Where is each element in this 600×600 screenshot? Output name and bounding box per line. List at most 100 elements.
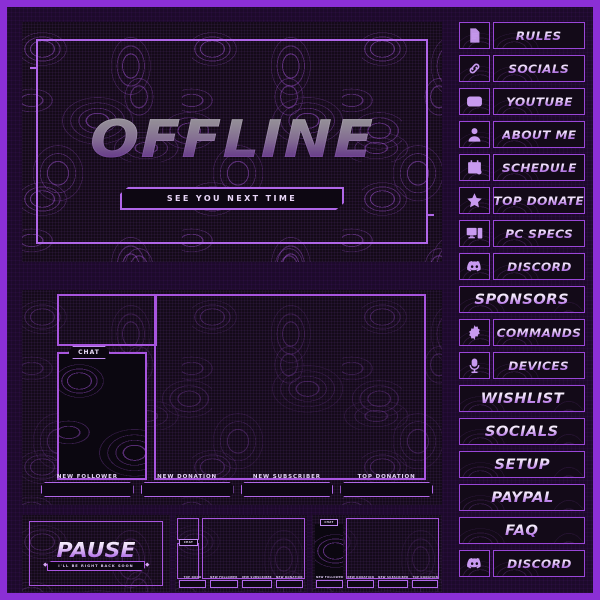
panel-label-box: SETUP (459, 451, 585, 478)
panel-button-devices-10[interactable]: DEVICES (459, 352, 585, 379)
panel-label-box: RULES (493, 22, 585, 49)
panel-button-discord-16[interactable]: DISCORD (459, 550, 585, 577)
panel-button-top-donate-5[interactable]: TOP DONATE (459, 187, 585, 214)
variant-a-alert: TOP DONO (179, 576, 207, 588)
panel-button-discord-7[interactable]: DISCORD (459, 253, 585, 280)
panel-button-sponsors-8[interactable]: SPONSORS (459, 286, 585, 313)
variant-a-gameplay-frame (202, 518, 305, 579)
alert-value-box (412, 580, 439, 588)
panel-label-box: SOCIALS (459, 418, 585, 445)
offline-title: OFFLINE (22, 110, 442, 170)
alert-label: TOP DONO (183, 576, 202, 579)
canvas: OFFLINE SEE YOU NEXT TIME CHAT NEW FOLLO… (7, 7, 593, 593)
alert-value-box (210, 580, 238, 588)
panel-button-commands-9[interactable]: COMMANDS (459, 319, 585, 346)
alert-value-box (347, 580, 375, 588)
panel-label-box: ABOUT ME (493, 121, 585, 148)
variant-a-alert-row: TOP DONO NEW FOLLOWER NEW SUBSCRIBER NEW… (179, 576, 303, 588)
chat-tab-label: CHAT (324, 521, 334, 524)
panel-button-list: RULES SOCIALS YOUTUBE ABOUT ME SCHEDULE TOP D… (459, 22, 585, 583)
pause-subtitle-banner: I'LL BE RIGHT BACK SOON (47, 561, 145, 571)
panel-button-youtube-2[interactable]: YOUTUBE (459, 88, 585, 115)
alert-value-box (41, 482, 134, 497)
discord-icon (466, 555, 483, 572)
alert-new-follower: NEW FOLLOWER (42, 474, 133, 497)
panel-label-box: DEVICES (493, 352, 585, 379)
panel-button-pc-specs-6[interactable]: PC SPECS (459, 220, 585, 247)
calendar-icon (466, 159, 483, 176)
pause-title: PAUSE (22, 538, 170, 562)
alert-top-donation: TOP DONATION (341, 474, 432, 497)
gameplay-frame (154, 294, 426, 480)
variant-a-alert: NEW DONATION (275, 576, 303, 588)
panel-button-socials-12[interactable]: SOCIALS (459, 418, 585, 445)
panel-button-label: YOUTUBE (505, 94, 573, 109)
alert-value-box (241, 482, 334, 497)
panel-icon-box (459, 319, 490, 346)
pause-screen: PAUSE I'LL BE RIGHT BACK SOON (22, 515, 170, 592)
alert-value-box (275, 580, 303, 588)
panel-button-label: SETUP (494, 456, 550, 473)
panel-icon-box (459, 55, 490, 82)
panel-button-socials-1[interactable]: SOCIALS (459, 55, 585, 82)
panel-label-box: PAYPAL (459, 484, 585, 511)
alert-label: NEW DONATION (347, 576, 375, 579)
offline-subtitle: SEE YOU NEXT TIME (166, 194, 298, 203)
panel-label-box: TOP DONATE (493, 187, 585, 214)
microphone-icon (466, 357, 483, 374)
variant-b-alert: TOP DONATION (412, 576, 439, 588)
alert-value-box (340, 482, 433, 497)
panel-button-label: COMMANDS (496, 325, 582, 340)
panel-button-schedule-4[interactable]: SCHEDULE (459, 154, 585, 181)
alert-label: NEW SUBSCRIBER (378, 576, 409, 579)
stream-pack-preview: OFFLINE SEE YOU NEXT TIME CHAT NEW FOLLO… (0, 0, 600, 600)
chat-tab-label: CHAT (78, 349, 100, 356)
play-icon (466, 93, 483, 110)
panel-button-faq-15[interactable]: FAQ (459, 517, 585, 544)
panel-button-paypal-14[interactable]: PAYPAL (459, 484, 585, 511)
panel-button-label: DEVICES (508, 358, 570, 373)
alert-label: NEW FOLLOWER (56, 474, 118, 480)
variant-b-chat-tab: CHAT (320, 519, 338, 526)
panel-button-label: SOCIALS (485, 423, 559, 440)
panel-label-box: COMMANDS (493, 319, 585, 346)
panel-icon-box (459, 22, 490, 49)
variant-b-alert-row: NEW FOLLOWER NEW DONATION NEW SUBSCRIBER… (316, 576, 439, 588)
star-icon (466, 192, 483, 209)
alert-label: NEW FOLLOWER (316, 576, 344, 579)
panel-icon-box (459, 88, 490, 115)
overlay-variant-b: CHAT NEW FOLLOWER NEW DONATION NEW SUBSC… (312, 515, 442, 592)
alert-label: TOP DONATION (357, 474, 416, 480)
panel-label-box: SCHEDULE (493, 154, 585, 181)
stream-overlay: CHAT NEW FOLLOWER NEW DONATION NEW SUBSC… (22, 290, 442, 505)
chat-tab-label: CHAT (183, 541, 194, 544)
panel-button-label: PAYPAL (490, 489, 554, 506)
webcam-frame (57, 294, 157, 346)
alert-value-box (179, 580, 207, 588)
panel-button-rules-0[interactable]: RULES (459, 22, 585, 49)
topographic-pattern (59, 354, 145, 478)
alert-bar-row: NEW FOLLOWER NEW DONATION NEW SUBSCRIBER… (42, 474, 432, 497)
chat-frame (57, 352, 147, 480)
document-icon (466, 27, 483, 44)
pause-subtitle: I'LL BE RIGHT BACK SOON (58, 564, 134, 568)
panel-button-about-me-3[interactable]: ABOUT ME (459, 121, 585, 148)
panel-label-box: FAQ (459, 517, 585, 544)
variant-a-webcam-frame (177, 518, 199, 540)
overlay-variant-a: CHAT TOP DONO NEW FOLLOWER NEW SUBSCRIBE… (175, 515, 307, 592)
alert-new-subscriber: NEW SUBSCRIBER (242, 474, 333, 497)
variant-b-alert: NEW DONATION (347, 576, 375, 588)
panel-button-setup-13[interactable]: SETUP (459, 451, 585, 478)
alert-label: NEW SUBSCRIBER (252, 474, 321, 480)
variant-a-alert: NEW SUBSCRIBER (241, 576, 272, 588)
alert-value-box (378, 580, 409, 588)
offline-screen: OFFLINE SEE YOU NEXT TIME (22, 22, 442, 262)
panel-button-label: FAQ (505, 522, 539, 539)
person-icon (466, 126, 483, 143)
panel-icon-box (459, 352, 490, 379)
chat-tab: CHAT (68, 346, 110, 359)
panel-button-wishlist-11[interactable]: WISHLIST (459, 385, 585, 412)
alert-label: NEW DONATION (276, 576, 303, 579)
gear-icon (466, 324, 483, 341)
panel-button-label: TOP DONATE (493, 193, 585, 208)
